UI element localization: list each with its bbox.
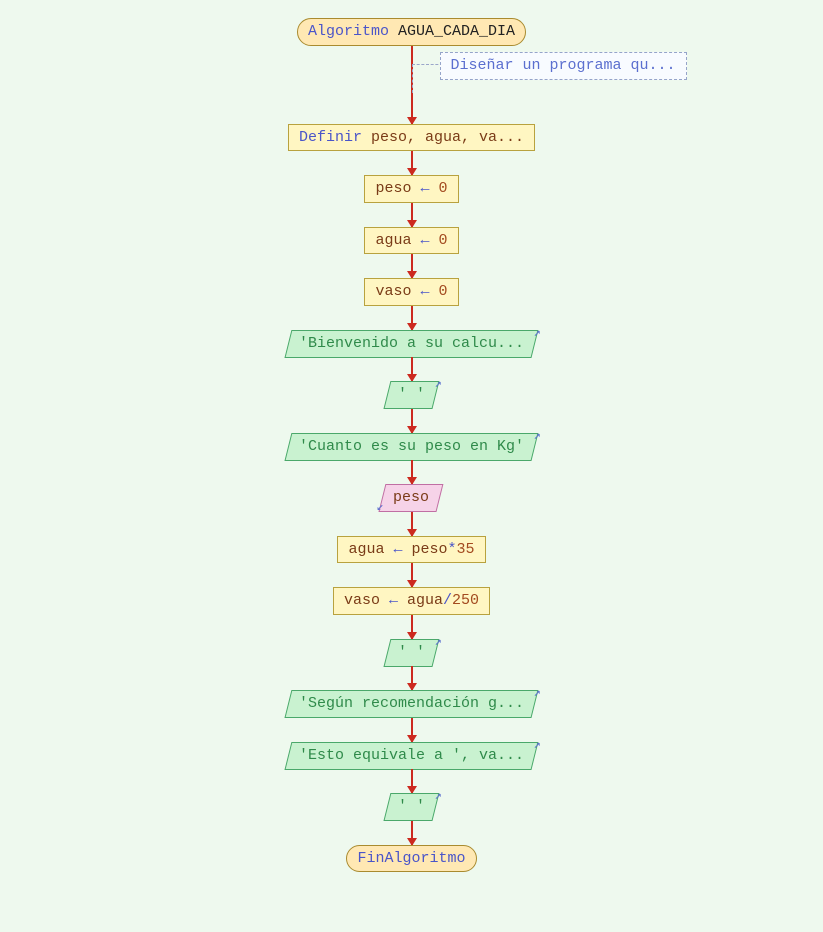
arrow-down-icon	[411, 306, 413, 330]
input-arrow-icon: ↙	[377, 500, 384, 516]
node-input-peso: ↙ peso	[379, 484, 444, 512]
arrow-down-icon	[411, 718, 413, 742]
output-text: ' '	[398, 643, 425, 663]
node-assign-peso-0: peso ← 0	[364, 175, 458, 203]
arrow-down-icon	[411, 460, 413, 484]
node-assign-vaso-0: vaso ← 0	[364, 278, 458, 306]
input-var: peso	[393, 488, 429, 508]
node-output-equivale: ↗ 'Esto equivale a ', va...	[285, 742, 539, 770]
keyword-finalgoritmo: FinAlgoritmo	[357, 850, 465, 867]
output-text: 'Bienvenido a su calcu...	[299, 334, 524, 354]
node-start: Algoritmo AGUA_CADA_DIA	[297, 18, 526, 46]
node-output-bienvenido: ↗ 'Bienvenido a su calcu...	[285, 330, 539, 358]
node-declare: Definir peso, agua, va...	[288, 124, 535, 152]
declare-vars: peso, agua, va...	[362, 129, 524, 146]
arrow-down-icon	[411, 512, 413, 536]
arrow-down-icon	[411, 666, 413, 690]
comment-node: Diseñar un programa qu...	[440, 52, 687, 80]
output-text: 'Según recomendación g...	[299, 694, 524, 714]
terminal-end: FinAlgoritmo	[346, 845, 476, 873]
arrow-down-icon	[411, 357, 413, 381]
output-arrow-icon: ↗	[434, 377, 441, 393]
flowchart-canvas: Algoritmo AGUA_CADA_DIA Diseñar un progr…	[0, 0, 823, 932]
node-output-blank-3: ↗ ' '	[384, 793, 440, 821]
node-assign-agua-calc: agua ← peso*35	[337, 536, 485, 564]
arrow-down-icon	[411, 769, 413, 793]
algorithm-name: AGUA_CADA_DIA	[398, 23, 515, 40]
arrow-down-icon	[411, 409, 413, 433]
arrow-down-icon	[411, 151, 413, 175]
keyword-definir: Definir	[299, 129, 362, 146]
output-arrow-icon: ↗	[533, 326, 540, 342]
keyword-algoritmo: Algoritmo	[308, 23, 389, 40]
output-arrow-icon: ↗	[533, 429, 540, 445]
output-arrow-icon: ↗	[533, 738, 540, 754]
comment-text: Diseñar un programa qu...	[451, 57, 676, 74]
output-text: 'Cuanto es su peso en Kg'	[299, 437, 524, 457]
arrow-down-icon	[411, 563, 413, 587]
node-output-recomendacion: ↗ 'Según recomendación g...	[285, 690, 539, 718]
output-text: ' '	[398, 385, 425, 405]
terminal-start: Algoritmo AGUA_CADA_DIA	[297, 18, 526, 46]
output-arrow-icon: ↗	[434, 789, 441, 805]
output-arrow-icon: ↗	[434, 635, 441, 651]
output-text: ' '	[398, 797, 425, 817]
arrow-down-icon	[411, 254, 413, 278]
node-output-blank-2: ↗ ' '	[384, 639, 440, 667]
dashed-connector-icon	[412, 64, 443, 93]
node-assign-agua-0: agua ← 0	[364, 227, 458, 255]
arrow-down-icon	[411, 821, 413, 845]
node-output-blank-1: ↗ ' '	[384, 381, 440, 409]
output-text: 'Esto equivale a ', va...	[299, 746, 524, 766]
node-output-prompt-peso: ↗ 'Cuanto es su peso en Kg'	[285, 433, 539, 461]
arrow-down-icon	[411, 615, 413, 639]
node-assign-vaso-calc: vaso ← agua/250	[333, 587, 490, 615]
output-arrow-icon: ↗	[533, 686, 540, 702]
arrow-down-icon	[411, 203, 413, 227]
